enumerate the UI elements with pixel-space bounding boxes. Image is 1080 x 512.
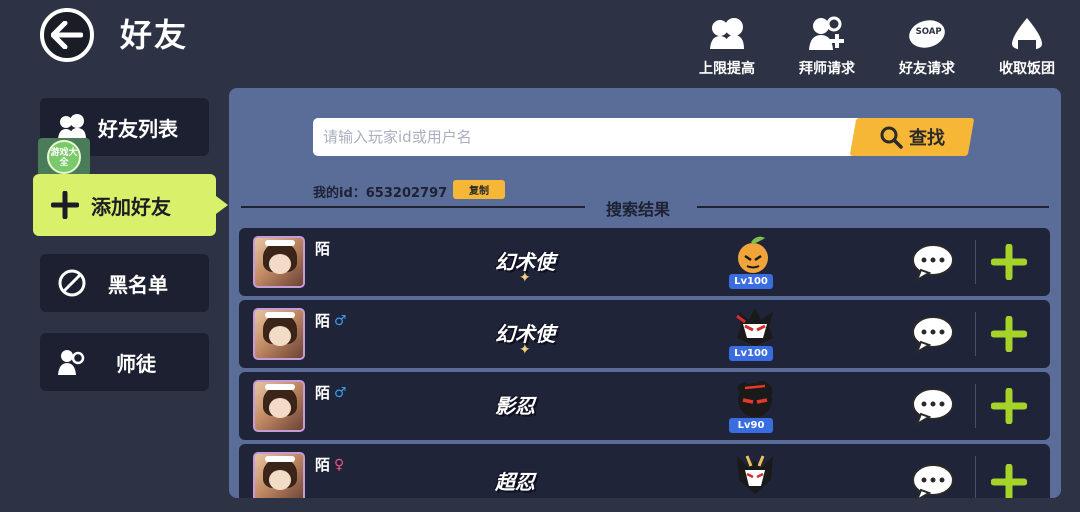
sidebar-item-add-friend[interactable]: 添加好友 xyxy=(33,174,228,236)
shadow-pet-icon xyxy=(737,381,773,417)
watermark-text: 游戏大全 xyxy=(47,140,81,174)
apprentice-requests-button[interactable]: 拜师请求 xyxy=(790,14,864,78)
result-row: 陌 幻术使 ✦ Lv100 xyxy=(239,228,1050,296)
collect-rice-ball-button[interactable]: 收取饭团 xyxy=(990,14,1064,78)
divider-left xyxy=(241,206,585,208)
search-icon xyxy=(880,126,903,149)
soap-icon: SOAP xyxy=(907,14,947,54)
add-friend-plus-icon[interactable] xyxy=(991,464,1027,498)
player-name-wrap: 陌 xyxy=(315,238,330,259)
player-avatar[interactable] xyxy=(253,380,305,432)
result-row: 陌 ♀ 超忍 xyxy=(239,444,1050,498)
search-button-label: 查找 xyxy=(909,128,945,149)
female-icon: ♀ xyxy=(334,456,345,473)
add-friend-panel: 查找 我的id：653202797 复制 搜索结果 陌 幻术使 ✦ Lv100 xyxy=(229,88,1061,498)
level-badge: Lv100 xyxy=(729,346,773,361)
mentor-icon xyxy=(56,346,88,378)
add-friend-plus-icon[interactable] xyxy=(991,388,1027,424)
search-button[interactable]: 查找 xyxy=(849,118,975,156)
chat-bubble-icon[interactable] xyxy=(911,314,955,354)
male-icon: ♂ xyxy=(334,384,347,401)
sidebar-item-label: 添加好友 xyxy=(91,194,171,219)
divider-right xyxy=(697,206,1049,208)
rice-ball-icon xyxy=(1007,14,1047,54)
chat-bubble-icon[interactable] xyxy=(911,462,955,498)
sidebar-item-label: 师徒 xyxy=(116,351,156,376)
apprentice-requests-label: 拜师请求 xyxy=(799,61,855,77)
friend-requests-label: 好友请求 xyxy=(899,61,955,77)
arrow-left-icon xyxy=(51,21,83,49)
friend-requests-button[interactable]: SOAP 好友请求 xyxy=(890,14,964,78)
player-name-wrap: 陌 ♀ xyxy=(315,454,344,475)
my-id-text: 我的id：653202797 xyxy=(313,186,448,201)
raise-limit-label: 上限提高 xyxy=(699,61,755,77)
plus-icon xyxy=(49,189,81,221)
level-badge: Lv100 xyxy=(729,274,773,289)
search-results-title: 搜索结果 xyxy=(606,200,671,219)
ban-icon xyxy=(56,267,88,299)
player-avatar[interactable] xyxy=(253,236,305,288)
row-separator xyxy=(975,240,976,284)
level-badge: Lv90 xyxy=(729,418,773,433)
player-name: 陌 xyxy=(315,384,331,402)
chat-bubble-icon[interactable] xyxy=(911,386,955,426)
svg-text:SOAP: SOAP xyxy=(916,27,942,37)
page-title: 好友 xyxy=(120,16,189,54)
sidebar-item-mentorship[interactable]: 师徒 xyxy=(40,333,209,391)
collect-rice-ball-label: 收取饭团 xyxy=(999,61,1055,77)
player-name: 陌 xyxy=(315,240,331,258)
player-avatar[interactable] xyxy=(253,452,305,498)
male-icon: ♂ xyxy=(334,312,347,329)
row-separator xyxy=(975,384,976,428)
row-separator xyxy=(975,456,976,498)
add-friend-plus-icon[interactable] xyxy=(991,316,1027,352)
add-friend-plus-icon[interactable] xyxy=(991,244,1027,280)
row-separator xyxy=(975,312,976,356)
player-name-wrap: 陌 ♂ xyxy=(315,382,347,403)
search-input[interactable] xyxy=(313,118,873,156)
ninja-pet-icon xyxy=(736,308,773,346)
result-row: 陌 ♂ 影忍 Lv90 xyxy=(239,372,1050,440)
player-name-wrap: 陌 ♂ xyxy=(315,310,347,331)
top-action-bar: 上限提高 拜师请求 SOAP 好友请求 收取饭团 xyxy=(690,14,1064,78)
chat-bubble-icon[interactable] xyxy=(911,242,955,282)
orange-pet-icon xyxy=(738,236,768,273)
player-title: 影忍 xyxy=(495,394,535,418)
sparkle-icon: ✦ xyxy=(519,270,531,286)
user-plus-icon xyxy=(807,14,847,54)
back-button[interactable] xyxy=(40,8,94,62)
result-row: 陌 ♂ 幻术使 ✦ Lv100 xyxy=(239,300,1050,368)
player-avatar[interactable] xyxy=(253,308,305,360)
player-name: 陌 xyxy=(315,456,331,474)
copy-id-button[interactable]: 复制 xyxy=(453,180,505,199)
player-name: 陌 xyxy=(315,312,331,330)
sidebar-item-label: 黑名单 xyxy=(108,272,168,297)
raise-limit-button[interactable]: 上限提高 xyxy=(690,14,764,78)
fox-mask-pet-icon xyxy=(737,455,773,494)
watermark-logo: 游戏大全 xyxy=(38,138,90,176)
crowd-icon xyxy=(707,14,747,54)
sparkle-icon: ✦ xyxy=(519,342,531,358)
sidebar-item-blacklist[interactable]: 黑名单 xyxy=(40,254,209,312)
sidebar-item-label: 好友列表 xyxy=(98,116,178,141)
player-title: 超忍 xyxy=(495,470,535,494)
